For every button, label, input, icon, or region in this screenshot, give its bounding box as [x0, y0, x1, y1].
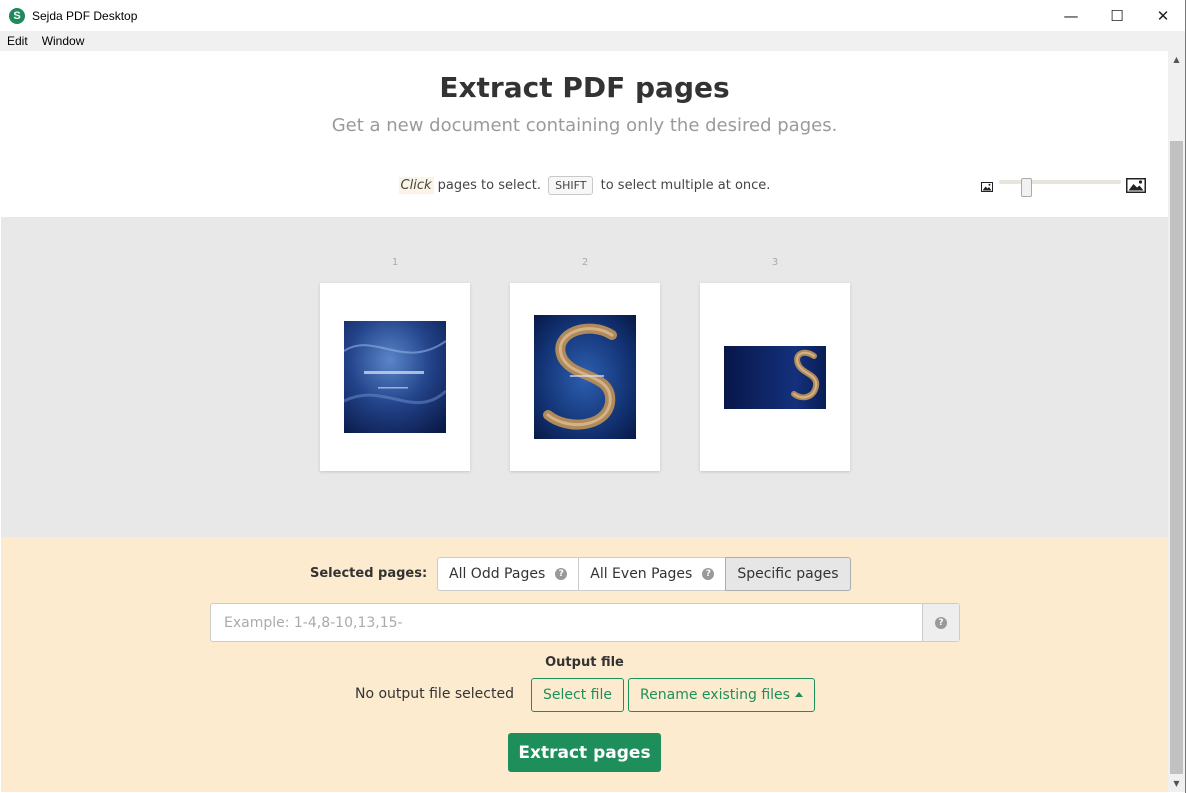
menu-window[interactable]: Window	[35, 34, 92, 48]
no-output-text: No output file selected	[355, 686, 514, 702]
all-odd-pages-button[interactable]: All Odd Pages?	[437, 557, 580, 591]
zoom-handle[interactable]	[1021, 178, 1032, 197]
page-card[interactable]	[700, 283, 850, 471]
minimize-button[interactable]: —	[1048, 0, 1094, 31]
app-logo-icon: S	[9, 7, 25, 24]
hint-text: pages to select.	[433, 178, 546, 193]
extract-options-panel: Selected pages: All Odd Pages? All Even …	[1, 537, 1168, 792]
scroll-down-arrow-icon[interactable]: ▼	[1168, 775, 1185, 792]
page-number: 2	[581, 257, 589, 268]
all-even-pages-label: All Even Pages	[590, 566, 693, 582]
selected-pages-label: Selected pages:	[310, 566, 428, 581]
caret-up-icon	[794, 691, 803, 697]
tool-header: Extract PDF pages Get a new document con…	[1, 51, 1168, 217]
vertical-scrollbar[interactable]: ▲ ▼	[1168, 51, 1185, 792]
scrollbar-thumb[interactable]	[1170, 141, 1183, 774]
specific-pages-button[interactable]: Specific pages	[725, 557, 851, 591]
select-file-button[interactable]: Select file	[531, 678, 624, 712]
menu-edit[interactable]: Edit	[0, 34, 35, 48]
page-title: Extract PDF pages	[439, 71, 730, 104]
help-icon[interactable]: ?	[555, 568, 568, 580]
page-range-input[interactable]	[211, 604, 922, 641]
page-range-help[interactable]: ?	[922, 604, 959, 641]
close-icon: ✕	[1156, 6, 1170, 25]
extract-pages-label: Extract pages	[518, 742, 651, 763]
minimize-icon: —	[1063, 6, 1079, 25]
page-3-image	[724, 346, 826, 409]
page-2-image	[534, 315, 636, 439]
extract-pages-button[interactable]: Extract pages	[508, 733, 661, 772]
image-large-icon	[1126, 178, 1146, 193]
rename-existing-files-button[interactable]: Rename existing files	[628, 678, 815, 712]
pages-grid: 1 2 3	[1, 217, 1168, 537]
page-1-image	[344, 321, 446, 433]
page-subtitle: Get a new document containing only the d…	[331, 115, 838, 136]
page-selection-group: All Odd Pages? All Even Pages? Specific …	[437, 557, 851, 591]
page-card[interactable]	[320, 283, 470, 471]
page-thumbnail[interactable]: 1	[320, 257, 470, 471]
zoom-track[interactable]	[999, 178, 1121, 197]
hint-click: Click	[398, 177, 434, 194]
page-number: 3	[771, 257, 779, 268]
window-title: Sejda PDF Desktop	[32, 8, 138, 23]
all-odd-pages-label: All Odd Pages	[449, 566, 546, 582]
page-number: 1	[391, 257, 399, 268]
select-file-label: Select file	[543, 687, 612, 703]
scroll-up-arrow-icon[interactable]: ▲	[1168, 51, 1185, 68]
output-file-label: Output file	[545, 655, 624, 670]
shift-key-badge: SHIFT	[548, 176, 594, 195]
maximize-icon: ☐	[1110, 6, 1124, 25]
image-small-icon	[981, 182, 993, 192]
hint-text-end: to select multiple at once.	[596, 178, 771, 193]
help-icon[interactable]: ?	[702, 568, 715, 580]
specific-pages-label: Specific pages	[737, 566, 839, 582]
rename-existing-files-label: Rename existing files	[640, 687, 790, 703]
maximize-button[interactable]: ☐	[1094, 0, 1140, 31]
thumbnail-zoom-slider[interactable]	[981, 174, 1149, 197]
main-content: Extract PDF pages Get a new document con…	[1, 51, 1168, 792]
close-button[interactable]: ✕	[1140, 0, 1186, 31]
menu-bar: Edit Window	[0, 31, 1186, 51]
window-title-bar: S Sejda PDF Desktop — ☐ ✕	[0, 0, 1186, 31]
page-thumbnail[interactable]: 3	[700, 257, 850, 471]
window-controls: — ☐ ✕	[1048, 0, 1186, 31]
all-even-pages-button[interactable]: All Even Pages?	[578, 557, 727, 591]
page-card[interactable]	[510, 283, 660, 471]
page-thumbnail[interactable]: 2	[510, 257, 660, 471]
help-icon: ?	[935, 616, 947, 629]
page-range-field: ?	[210, 603, 960, 642]
